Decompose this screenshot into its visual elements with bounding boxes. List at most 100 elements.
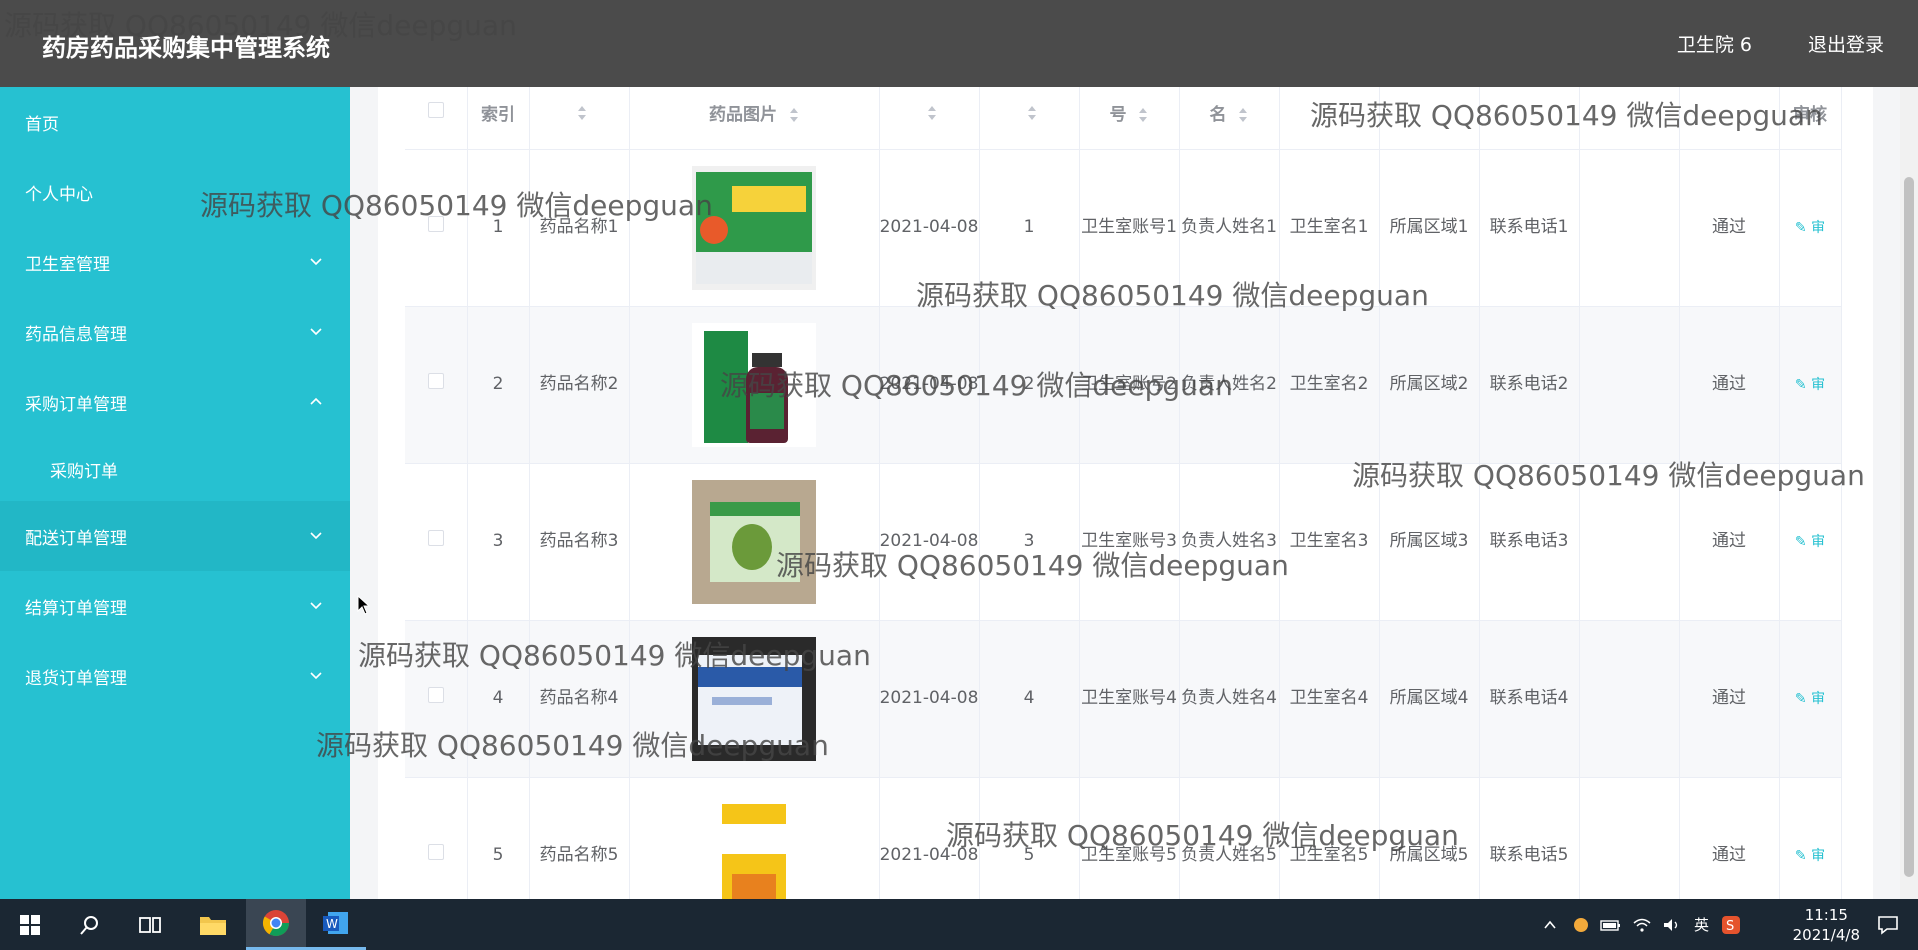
clock-time: 11:15 bbox=[1804, 906, 1848, 924]
cell-clinic-account: 卫生室账号2 bbox=[1079, 306, 1180, 464]
sidebar-item-settlement-order-management[interactable]: 结算订单管理 bbox=[0, 571, 350, 641]
sidebar-item-label: 个人中心 bbox=[25, 184, 93, 205]
sidebar-item-purchase-order-management[interactable]: 采购订单管理 bbox=[0, 367, 350, 437]
sidebar-item-clinic-management[interactable]: 卫生室管理 bbox=[0, 227, 350, 297]
cell-status: 通过 bbox=[1679, 149, 1780, 307]
sidebar-item-delivery-order-management[interactable]: 配送订单管理 bbox=[0, 501, 350, 571]
drug-image[interactable] bbox=[692, 322, 816, 447]
col-header-drug-name[interactable] bbox=[529, 87, 630, 150]
wifi-icon[interactable] bbox=[1632, 917, 1652, 933]
word-taskbar-button[interactable]: W bbox=[306, 899, 366, 950]
row-checkbox-cell[interactable] bbox=[405, 777, 468, 899]
sidebar-item-profile[interactable]: 个人中心 bbox=[0, 157, 350, 227]
drug-image[interactable] bbox=[692, 165, 816, 290]
sidebar-item-drug-info-management[interactable]: 药品信息管理 bbox=[0, 297, 350, 367]
battery-icon[interactable] bbox=[1600, 917, 1622, 933]
table-panel: 索引 药品图片 号 名 审核 1 药品名称1 2021-04-08 1 卫生室账… bbox=[378, 87, 1873, 899]
col-header-phone[interactable] bbox=[1479, 87, 1580, 150]
edit-icon: ✎ bbox=[1794, 376, 1807, 393]
chrome-taskbar-button[interactable] bbox=[246, 899, 306, 950]
sidebar-item-return-order-management[interactable]: 退货订单管理 bbox=[0, 641, 350, 711]
audit-button[interactable]: ✎ 审 bbox=[1795, 534, 1825, 550]
start-button[interactable] bbox=[0, 899, 60, 950]
cell-clinic-name: 卫生室名5 bbox=[1279, 777, 1380, 899]
audit-button[interactable]: ✎ 审 bbox=[1795, 848, 1825, 864]
table-row: 4 药品名称4 2021-04-08 4 卫生室账号4 负责人姓名4 卫生室名4 bbox=[405, 620, 1842, 778]
sidebar-subitem-purchase-order[interactable]: 采购订单 bbox=[0, 437, 350, 501]
cell-person-name: 负责人姓名1 bbox=[1179, 149, 1280, 307]
col-header-purchase-date[interactable] bbox=[879, 87, 980, 150]
sort-icon[interactable] bbox=[789, 107, 799, 123]
cell-quantity: 3 bbox=[979, 463, 1080, 621]
table-header-row: 索引 药品图片 号 名 审核 bbox=[405, 87, 1842, 150]
task-view-button[interactable] bbox=[120, 899, 180, 950]
sort-icon[interactable] bbox=[927, 105, 937, 121]
taskbar-clock[interactable]: 11:15 2021/4/8 bbox=[1793, 905, 1860, 945]
sort-icon[interactable] bbox=[1027, 105, 1037, 121]
select-all-header[interactable] bbox=[405, 87, 468, 150]
cell-person-name: 负责人姓名2 bbox=[1179, 306, 1280, 464]
logout-button[interactable]: 退出登录 bbox=[1808, 30, 1884, 57]
row-checkbox-cell[interactable] bbox=[405, 306, 468, 464]
row-checkbox-cell[interactable] bbox=[405, 463, 468, 621]
col-header-region[interactable] bbox=[1379, 87, 1480, 150]
page-scrollbar[interactable] bbox=[1900, 87, 1918, 899]
notification-center-button[interactable] bbox=[1858, 899, 1918, 950]
cell-drug-name: 药品名称4 bbox=[529, 620, 630, 778]
cell-clinic-account: 卫生室账号4 bbox=[1079, 620, 1180, 778]
app-tray-icon[interactable] bbox=[1572, 916, 1590, 934]
row-checkbox-cell[interactable] bbox=[405, 149, 468, 307]
chevron-up-icon[interactable] bbox=[1542, 917, 1558, 933]
cell-drug-image bbox=[629, 149, 880, 307]
row-checkbox[interactable] bbox=[427, 373, 444, 389]
file-explorer-button[interactable] bbox=[183, 899, 243, 950]
audit-button[interactable]: ✎ 审 bbox=[1795, 691, 1825, 707]
row-checkbox[interactable] bbox=[427, 687, 444, 703]
cell-status: 通过 bbox=[1679, 463, 1780, 621]
sort-icon[interactable] bbox=[1238, 107, 1248, 123]
cell-person-name: 负责人姓名4 bbox=[1179, 620, 1280, 778]
select-all-checkbox[interactable] bbox=[427, 102, 444, 119]
col-header-audit: 审核 bbox=[1779, 87, 1842, 150]
sidebar-item-home[interactable]: 首页 bbox=[0, 87, 350, 157]
col-header-drug-image[interactable]: 药品图片 bbox=[629, 87, 880, 150]
scrollbar-thumb[interactable] bbox=[1904, 177, 1914, 877]
col-header-clinic-name[interactable] bbox=[1279, 87, 1380, 150]
cell-reply bbox=[1579, 306, 1680, 464]
audit-button[interactable]: ✎ 审 bbox=[1795, 377, 1825, 393]
sidebar-item-label: 结算订单管理 bbox=[25, 598, 127, 619]
sort-icon[interactable] bbox=[1138, 107, 1148, 123]
cell-purchase-date: 2021-04-08 bbox=[879, 306, 980, 464]
cell-reply bbox=[1579, 149, 1680, 307]
col-header-status[interactable] bbox=[1679, 87, 1780, 150]
cell-index: 2 bbox=[467, 306, 530, 464]
windows-logo-icon bbox=[20, 914, 40, 935]
col-header-index[interactable]: 索引 bbox=[467, 87, 530, 150]
input-method-indicator[interactable]: 英 bbox=[1694, 914, 1709, 935]
cell-drug-image bbox=[629, 620, 880, 778]
row-checkbox[interactable] bbox=[427, 530, 444, 546]
col-header-reply[interactable] bbox=[1579, 87, 1680, 150]
windows-taskbar: W 英 S 11:15 2021/4/8 bbox=[0, 899, 1918, 950]
cell-phone: 联系电话3 bbox=[1479, 463, 1580, 621]
cell-actions: ✎ 审 bbox=[1779, 620, 1842, 778]
col-header-person-name[interactable]: 名 bbox=[1179, 87, 1280, 150]
col-header-quantity[interactable] bbox=[979, 87, 1080, 150]
table-row: 5 药品名称5 2021-04-08 5 卫生室账号5 负责人姓名5 卫生室名5 bbox=[405, 777, 1842, 899]
row-checkbox[interactable] bbox=[427, 844, 444, 860]
row-checkbox[interactable] bbox=[427, 216, 444, 232]
volume-icon[interactable] bbox=[1662, 917, 1682, 933]
sort-icon[interactable] bbox=[577, 105, 587, 121]
drug-image[interactable] bbox=[692, 636, 816, 761]
sidebar-item-label: 卫生室管理 bbox=[25, 254, 110, 275]
drug-image[interactable] bbox=[692, 793, 816, 899]
edit-icon: ✎ bbox=[1794, 533, 1807, 550]
col-header-clinic-account[interactable]: 号 bbox=[1079, 87, 1180, 150]
drug-image[interactable] bbox=[692, 479, 816, 604]
cell-clinic-name: 卫生室名2 bbox=[1279, 306, 1380, 464]
search-button[interactable] bbox=[60, 899, 120, 950]
row-checkbox-cell[interactable] bbox=[405, 620, 468, 778]
sogou-ime-icon[interactable]: S bbox=[1721, 915, 1741, 935]
app-title: 药房药品采购集中管理系统 bbox=[42, 34, 330, 62]
audit-button[interactable]: ✎ 审 bbox=[1795, 220, 1825, 236]
